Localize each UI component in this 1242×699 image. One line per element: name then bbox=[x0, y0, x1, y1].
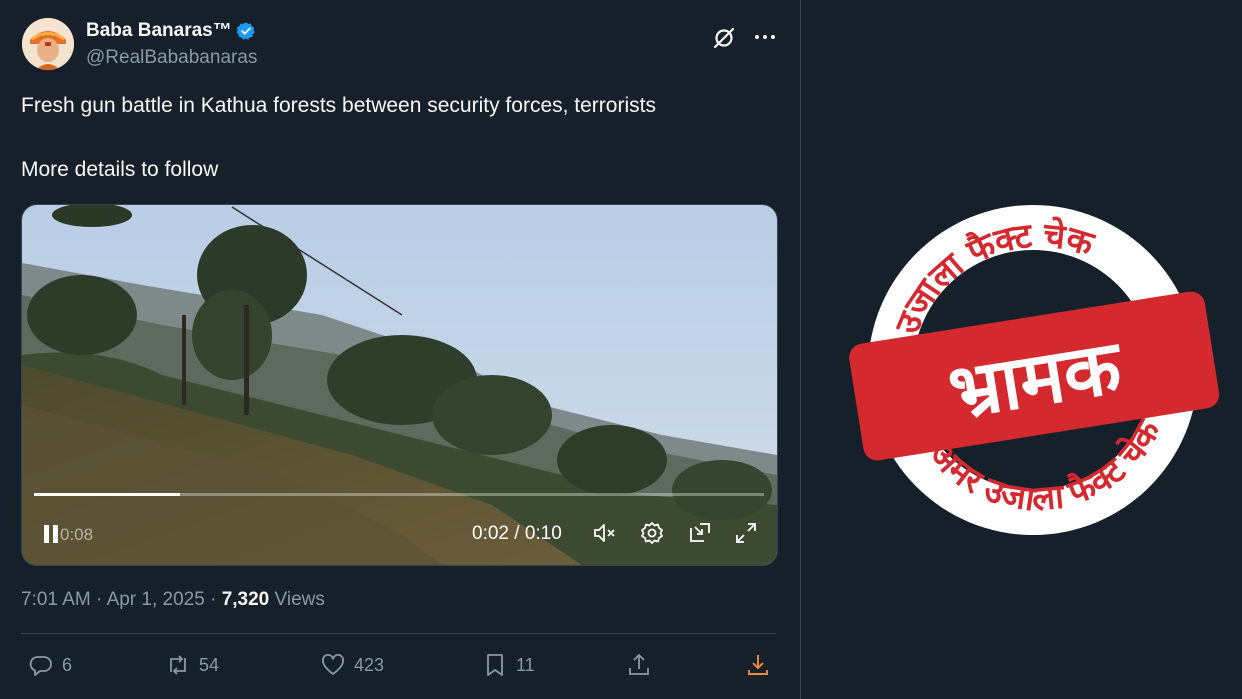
bookmark-icon bbox=[487, 654, 503, 676]
meta-separator: · bbox=[210, 589, 222, 610]
post-text-line-1: Fresh gun battle in Kathua forests betwe… bbox=[21, 94, 656, 117]
bookmark-count: 11 bbox=[516, 654, 535, 675]
video-player[interactable]: 0:08 0:02 / 0:10 bbox=[21, 204, 778, 566]
repost-button[interactable]: 54 bbox=[165, 652, 219, 678]
progress-fill bbox=[34, 493, 180, 496]
share-button[interactable] bbox=[626, 652, 652, 678]
fullscreen-icon[interactable] bbox=[732, 519, 760, 547]
fact-check-stamp: अमर उजाला फैक्ट चेक अमर उजाला फैक्ट चेक … bbox=[849, 205, 1220, 535]
avatar[interactable] bbox=[22, 18, 74, 70]
post-meta: 7:01 AM · Apr 1, 2025 · 7,320 Views bbox=[21, 589, 325, 611]
reply-icon bbox=[29, 656, 52, 676]
download-icon bbox=[748, 655, 768, 675]
progress-bar[interactable] bbox=[34, 493, 764, 496]
reply-button[interactable]: 6 bbox=[28, 652, 72, 678]
post-date[interactable]: Apr 1, 2025 bbox=[107, 589, 205, 610]
like-count: 423 bbox=[354, 654, 385, 675]
author-handle[interactable]: @RealBababanaras bbox=[86, 47, 257, 69]
post-time[interactable]: 7:01 AM bbox=[21, 589, 91, 610]
download-button[interactable] bbox=[745, 652, 771, 678]
tweet-card: Baba Banaras™ @RealBababanaras Fresh gun… bbox=[0, 0, 801, 699]
divider bbox=[21, 633, 776, 634]
pip-icon[interactable] bbox=[686, 519, 714, 547]
share-icon bbox=[629, 653, 649, 675]
verified-badge-icon bbox=[236, 22, 255, 40]
author-display-name[interactable]: Baba Banaras™ bbox=[86, 20, 232, 42]
author-name-row: Baba Banaras™ bbox=[86, 20, 256, 42]
more-icon[interactable] bbox=[752, 24, 778, 50]
pause-icon[interactable] bbox=[42, 523, 62, 545]
ghost-time: 0:08 bbox=[60, 525, 94, 544]
like-icon bbox=[322, 654, 344, 675]
post-text-line-2: More details to follow bbox=[21, 158, 219, 181]
bookmark-button[interactable]: 11 bbox=[482, 652, 535, 678]
video-time: 0:02 / 0:10 bbox=[472, 523, 562, 544]
mute-icon[interactable] bbox=[590, 519, 618, 547]
settings-icon[interactable] bbox=[638, 519, 666, 547]
video-frame bbox=[22, 205, 777, 565]
repost-count: 54 bbox=[199, 654, 220, 675]
reply-count: 6 bbox=[62, 654, 73, 675]
views-label: Views bbox=[274, 589, 325, 610]
meta-separator: · bbox=[96, 589, 107, 610]
like-button[interactable]: 423 bbox=[320, 652, 384, 678]
grok-icon[interactable] bbox=[710, 24, 738, 52]
repost-icon bbox=[170, 655, 186, 675]
views-count: 7,320 bbox=[221, 589, 270, 610]
